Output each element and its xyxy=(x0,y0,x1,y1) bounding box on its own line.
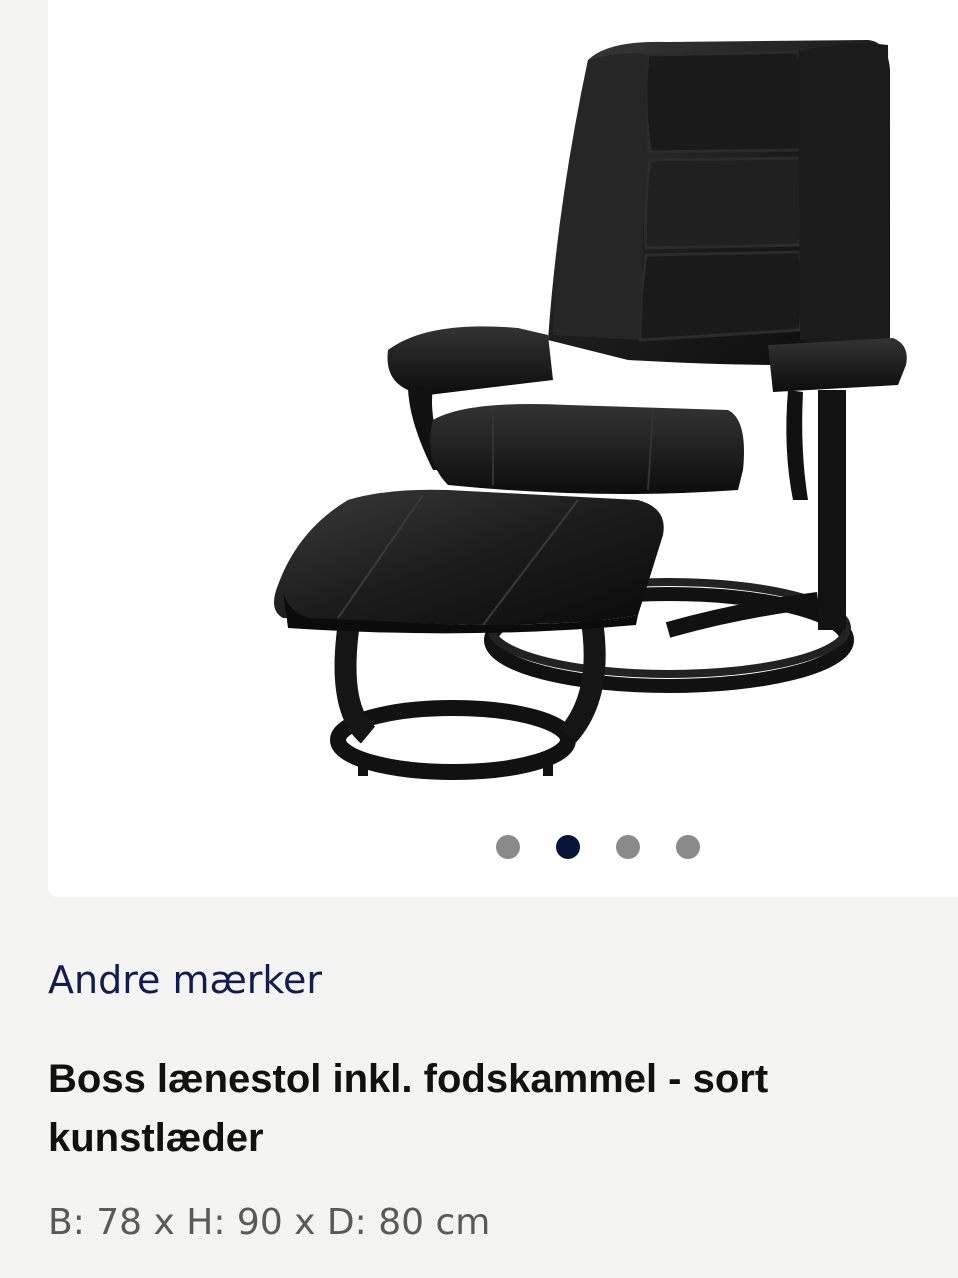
product-dimensions: B: 78 x H: 90 x D: 80 cm xyxy=(48,1202,491,1243)
product-image-recliner-chair[interactable] xyxy=(48,0,958,800)
carousel-dot-4[interactable] xyxy=(676,835,700,859)
carousel-dot-1[interactable] xyxy=(496,835,520,859)
carousel-dot-2-active[interactable] xyxy=(556,835,580,859)
carousel-dot-3[interactable] xyxy=(616,835,640,859)
image-carousel-dots xyxy=(48,835,958,859)
product-title: Boss lænestol inkl. fodskammel - sort ku… xyxy=(48,1057,769,1160)
brand-link[interactable]: Andre mærker xyxy=(48,958,322,1002)
product-image-gallery[interactable] xyxy=(48,0,958,897)
